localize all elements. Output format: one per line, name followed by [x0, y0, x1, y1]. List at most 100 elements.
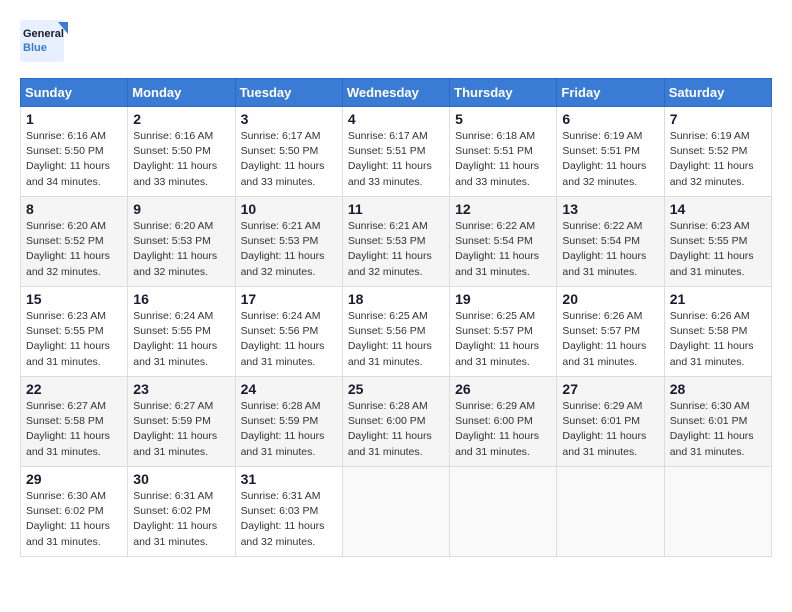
day-number: 23: [133, 381, 229, 397]
day-info: Sunrise: 6:26 AMSunset: 5:58 PMDaylight:…: [670, 309, 766, 370]
day-info: Sunrise: 6:31 AMSunset: 6:03 PMDaylight:…: [241, 489, 337, 550]
day-info: Sunrise: 6:19 AMSunset: 5:51 PMDaylight:…: [562, 129, 658, 190]
day-number: 2: [133, 111, 229, 127]
day-info: Sunrise: 6:27 AMSunset: 5:59 PMDaylight:…: [133, 399, 229, 460]
day-number: 30: [133, 471, 229, 487]
day-info: Sunrise: 6:26 AMSunset: 5:57 PMDaylight:…: [562, 309, 658, 370]
calendar-week-row: 15 Sunrise: 6:23 AMSunset: 5:55 PMDayligh…: [21, 287, 772, 377]
day-info: Sunrise: 6:24 AMSunset: 5:56 PMDaylight:…: [241, 309, 337, 370]
calendar-cell: 27 Sunrise: 6:29 AMSunset: 6:01 PMDayligh…: [557, 377, 664, 467]
day-info: Sunrise: 6:30 AMSunset: 6:01 PMDaylight:…: [670, 399, 766, 460]
day-info: Sunrise: 6:30 AMSunset: 6:02 PMDaylight:…: [26, 489, 122, 550]
day-info: Sunrise: 6:17 AMSunset: 5:51 PMDaylight:…: [348, 129, 444, 190]
logo-svg: General Blue: [20, 20, 70, 62]
day-info: Sunrise: 6:28 AMSunset: 5:59 PMDaylight:…: [241, 399, 337, 460]
day-info: Sunrise: 6:22 AMSunset: 5:54 PMDaylight:…: [562, 219, 658, 280]
day-info: Sunrise: 6:16 AMSunset: 5:50 PMDaylight:…: [26, 129, 122, 190]
calendar-cell: 13 Sunrise: 6:22 AMSunset: 5:54 PMDayligh…: [557, 197, 664, 287]
calendar-cell: 21 Sunrise: 6:26 AMSunset: 5:58 PMDayligh…: [664, 287, 771, 377]
calendar-cell: 12Sunrise: 6:22 AMSunset: 5:54 PMDayligh…: [450, 197, 557, 287]
day-number: 1: [26, 111, 122, 127]
calendar-cell: 23 Sunrise: 6:27 AMSunset: 5:59 PMDayligh…: [128, 377, 235, 467]
col-header-sunday: Sunday: [21, 79, 128, 107]
day-info: Sunrise: 6:31 AMSunset: 6:02 PMDaylight:…: [133, 489, 229, 550]
day-info: Sunrise: 6:23 AMSunset: 5:55 PMDaylight:…: [670, 219, 766, 280]
calendar-cell: 24 Sunrise: 6:28 AMSunset: 5:59 PMDayligh…: [235, 377, 342, 467]
calendar-cell: 9Sunrise: 6:20 AMSunset: 5:53 PMDaylight…: [128, 197, 235, 287]
logo: General Blue: [20, 20, 70, 62]
calendar-cell: 10Sunrise: 6:21 AMSunset: 5:53 PMDayligh…: [235, 197, 342, 287]
day-number: 12: [455, 201, 551, 217]
header: General Blue: [20, 20, 772, 62]
day-number: 17: [241, 291, 337, 307]
day-info: Sunrise: 6:29 AMSunset: 6:01 PMDaylight:…: [562, 399, 658, 460]
day-number: 24: [241, 381, 337, 397]
calendar-cell: 1 Sunrise: 6:16 AMSunset: 5:50 PMDaylight…: [21, 107, 128, 197]
day-number: 3: [241, 111, 337, 127]
col-header-saturday: Saturday: [664, 79, 771, 107]
calendar-cell: 26 Sunrise: 6:29 AMSunset: 6:00 PMDayligh…: [450, 377, 557, 467]
calendar: SundayMondayTuesdayWednesdayThursdayFrid…: [20, 78, 772, 557]
calendar-week-row: 29 Sunrise: 6:30 AMSunset: 6:02 PMDayligh…: [21, 467, 772, 557]
col-header-thursday: Thursday: [450, 79, 557, 107]
day-number: 13: [562, 201, 658, 217]
day-info: Sunrise: 6:24 AMSunset: 5:55 PMDaylight:…: [133, 309, 229, 370]
calendar-cell: 2Sunrise: 6:16 AMSunset: 5:50 PMDaylight…: [128, 107, 235, 197]
col-header-friday: Friday: [557, 79, 664, 107]
day-number: 15: [26, 291, 122, 307]
day-info: Sunrise: 6:25 AMSunset: 5:57 PMDaylight:…: [455, 309, 551, 370]
day-info: Sunrise: 6:23 AMSunset: 5:55 PMDaylight:…: [26, 309, 122, 370]
day-number: 21: [670, 291, 766, 307]
day-info: Sunrise: 6:27 AMSunset: 5:58 PMDaylight:…: [26, 399, 122, 460]
day-info: Sunrise: 6:18 AMSunset: 5:51 PMDaylight:…: [455, 129, 551, 190]
day-number: 31: [241, 471, 337, 487]
day-number: 14: [670, 201, 766, 217]
day-number: 25: [348, 381, 444, 397]
calendar-cell: 20 Sunrise: 6:26 AMSunset: 5:57 PMDayligh…: [557, 287, 664, 377]
col-header-monday: Monday: [128, 79, 235, 107]
calendar-cell: [450, 467, 557, 557]
day-number: 16: [133, 291, 229, 307]
calendar-cell: 22Sunrise: 6:27 AMSunset: 5:58 PMDayligh…: [21, 377, 128, 467]
day-info: Sunrise: 6:21 AMSunset: 5:53 PMDaylight:…: [241, 219, 337, 280]
svg-text:General: General: [23, 28, 64, 40]
day-info: Sunrise: 6:20 AMSunset: 5:52 PMDaylight:…: [26, 219, 122, 280]
day-number: 29: [26, 471, 122, 487]
col-header-tuesday: Tuesday: [235, 79, 342, 107]
day-info: Sunrise: 6:17 AMSunset: 5:50 PMDaylight:…: [241, 129, 337, 190]
day-number: 9: [133, 201, 229, 217]
calendar-cell: 18Sunrise: 6:25 AMSunset: 5:56 PMDayligh…: [342, 287, 449, 377]
calendar-header-row: SundayMondayTuesdayWednesdayThursdayFrid…: [21, 79, 772, 107]
day-number: 19: [455, 291, 551, 307]
day-info: Sunrise: 6:19 AMSunset: 5:52 PMDaylight:…: [670, 129, 766, 190]
day-number: 28: [670, 381, 766, 397]
calendar-cell: 5Sunrise: 6:18 AMSunset: 5:51 PMDaylight…: [450, 107, 557, 197]
calendar-cell: 31 Sunrise: 6:31 AMSunset: 6:03 PMDayligh…: [235, 467, 342, 557]
calendar-cell: 28 Sunrise: 6:30 AMSunset: 6:01 PMDayligh…: [664, 377, 771, 467]
day-number: 27: [562, 381, 658, 397]
calendar-week-row: 22Sunrise: 6:27 AMSunset: 5:58 PMDayligh…: [21, 377, 772, 467]
calendar-cell: 19 Sunrise: 6:25 AMSunset: 5:57 PMDayligh…: [450, 287, 557, 377]
calendar-cell: 6 Sunrise: 6:19 AMSunset: 5:51 PMDaylight…: [557, 107, 664, 197]
calendar-cell: 29 Sunrise: 6:30 AMSunset: 6:02 PMDayligh…: [21, 467, 128, 557]
day-number: 26: [455, 381, 551, 397]
day-info: Sunrise: 6:28 AMSunset: 6:00 PMDaylight:…: [348, 399, 444, 460]
day-number: 6: [562, 111, 658, 127]
col-header-wednesday: Wednesday: [342, 79, 449, 107]
svg-text:Blue: Blue: [23, 42, 47, 54]
day-number: 20: [562, 291, 658, 307]
calendar-cell: [342, 467, 449, 557]
calendar-cell: [557, 467, 664, 557]
day-number: 4: [348, 111, 444, 127]
calendar-cell: 15 Sunrise: 6:23 AMSunset: 5:55 PMDayligh…: [21, 287, 128, 377]
calendar-cell: 3 Sunrise: 6:17 AMSunset: 5:50 PMDaylight…: [235, 107, 342, 197]
day-info: Sunrise: 6:29 AMSunset: 6:00 PMDaylight:…: [455, 399, 551, 460]
calendar-cell: [664, 467, 771, 557]
calendar-cell: 16 Sunrise: 6:24 AMSunset: 5:55 PMDayligh…: [128, 287, 235, 377]
day-number: 11: [348, 201, 444, 217]
calendar-cell: 30 Sunrise: 6:31 AMSunset: 6:02 PMDayligh…: [128, 467, 235, 557]
calendar-cell: 25 Sunrise: 6:28 AMSunset: 6:00 PMDayligh…: [342, 377, 449, 467]
calendar-cell: 11Sunrise: 6:21 AMSunset: 5:53 PMDayligh…: [342, 197, 449, 287]
calendar-cell: 17 Sunrise: 6:24 AMSunset: 5:56 PMDayligh…: [235, 287, 342, 377]
day-number: 18: [348, 291, 444, 307]
